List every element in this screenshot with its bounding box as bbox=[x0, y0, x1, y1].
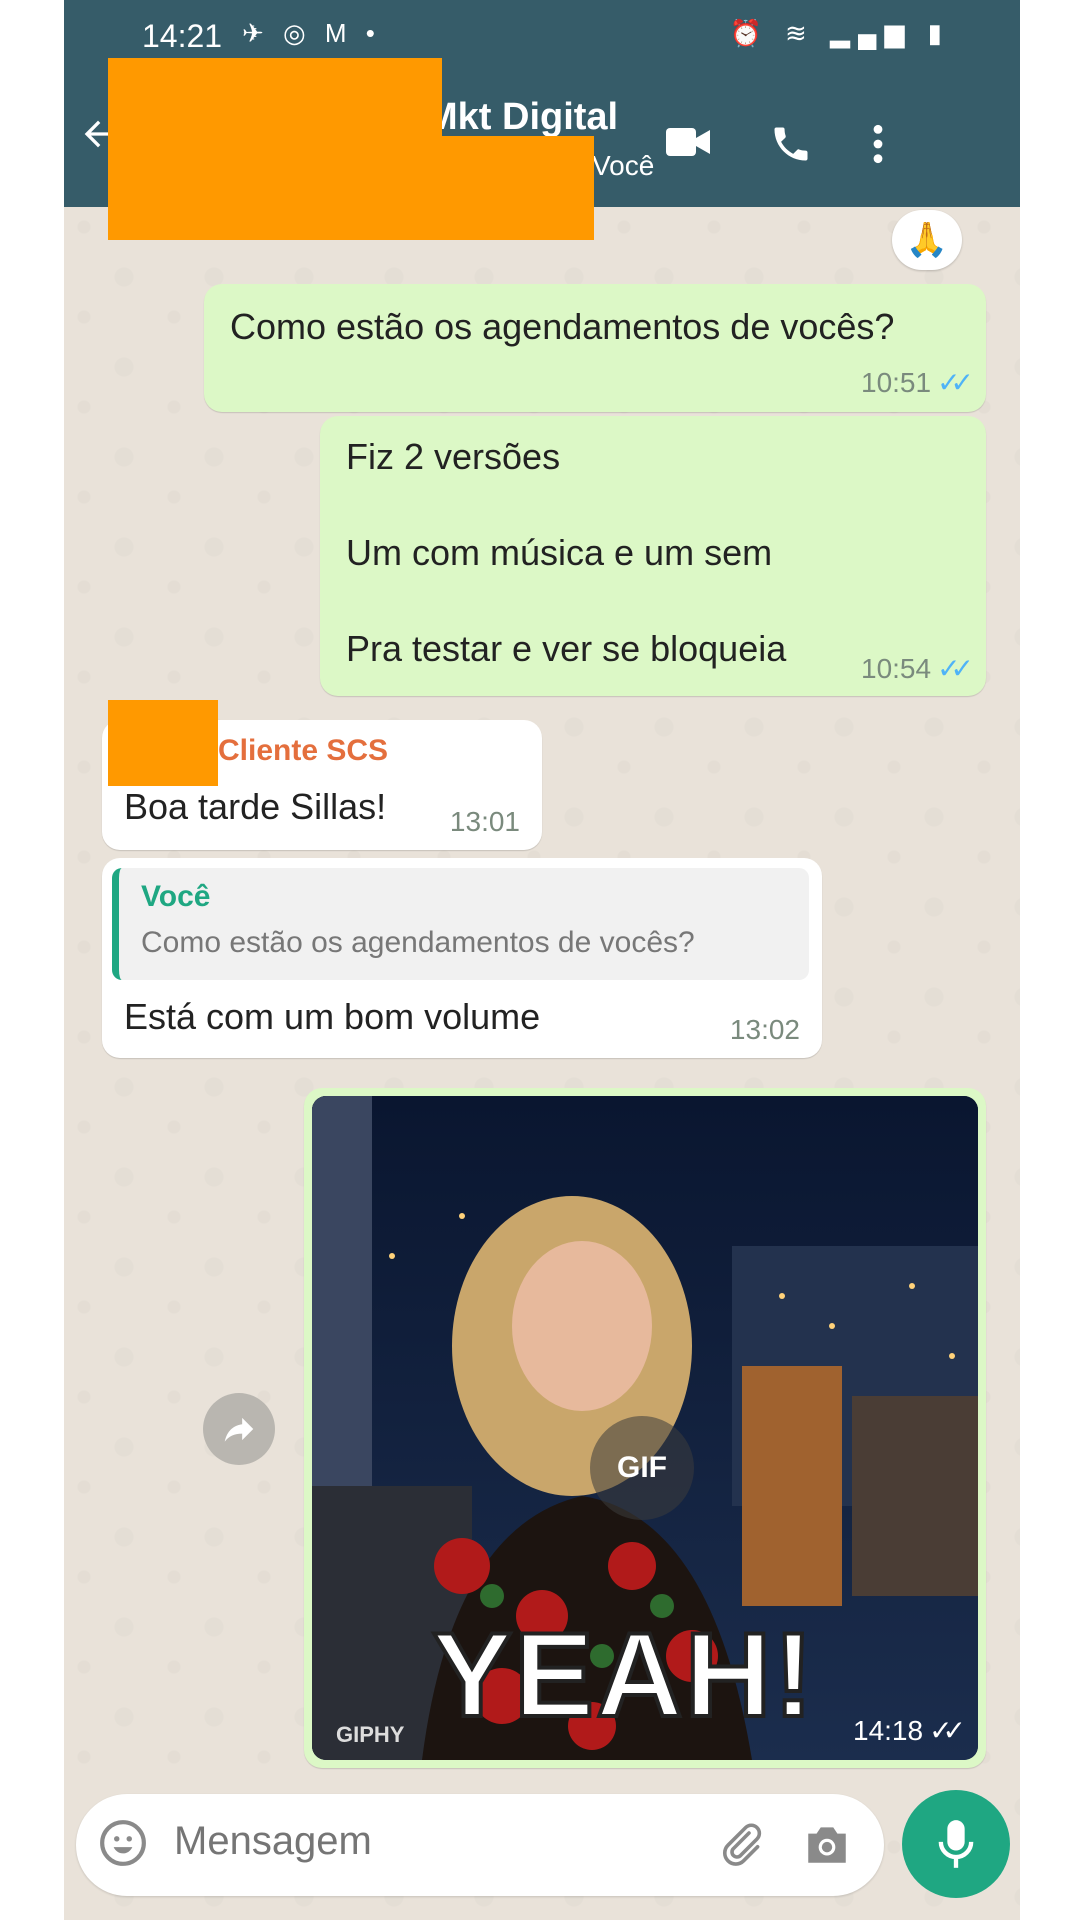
message-text: Como estão os agendamentos de vocês? bbox=[230, 306, 895, 347]
redaction-box bbox=[108, 700, 218, 786]
sender-name: Cliente SCS bbox=[218, 734, 389, 767]
message-time: 13:01 bbox=[449, 806, 520, 837]
message-line: Fiz 2 versões bbox=[346, 436, 561, 477]
microphone-button[interactable] bbox=[902, 1790, 1010, 1898]
reaction-badge[interactable]: 🙏 bbox=[892, 210, 962, 270]
incoming-message[interactable]: Você Como estão os agendamentos de vocês… bbox=[102, 858, 822, 1058]
read-ticks-icon: ✓✓ bbox=[929, 1715, 966, 1746]
outgoing-message[interactable]: Fiz 2 versões Um com música e um sem Pra… bbox=[320, 416, 986, 696]
message-text: Está com um bom volume bbox=[124, 996, 541, 1037]
message-line: Um com música e um sem bbox=[346, 532, 773, 573]
message-text: Boa tarde Sillas! bbox=[124, 786, 387, 827]
quote-text: Como estão os agendamentos de vocês? bbox=[141, 926, 695, 959]
gif-message[interactable]: GIF YEAH! GIPHY 14:18 ✓✓ bbox=[304, 1088, 986, 1768]
notification-icons: ✈ ◎ M • bbox=[242, 18, 381, 48]
paperclip-icon[interactable] bbox=[716, 1820, 764, 1873]
quoted-message[interactable]: Você Como estão os agendamentos de vocês… bbox=[112, 868, 809, 980]
gif-image[interactable]: GIF YEAH! GIPHY 14:18 ✓✓ bbox=[312, 1096, 978, 1760]
chat-subtitle: Você bbox=[592, 150, 655, 181]
phone-screen: 14:21 ✈ ◎ M • ⏰ ≋ ▂▄▆ ▮ Mkt Digital Você… bbox=[64, 0, 1020, 1920]
read-ticks-icon: ✓✓ bbox=[937, 653, 974, 684]
outgoing-message[interactable]: Como estão os agendamentos de vocês? 10:… bbox=[204, 284, 986, 412]
message-input-bar bbox=[76, 1794, 884, 1896]
giphy-logo: GIPHY bbox=[336, 1722, 405, 1747]
phone-icon[interactable] bbox=[769, 122, 813, 171]
message-time: 14:18 ✓✓ bbox=[853, 1715, 966, 1746]
redaction-box bbox=[108, 58, 442, 140]
message-input[interactable] bbox=[172, 1818, 676, 1865]
microphone-icon bbox=[934, 1818, 978, 1875]
video-camera-icon[interactable] bbox=[664, 122, 712, 167]
read-ticks-icon: ✓✓ bbox=[937, 367, 974, 398]
camera-icon[interactable] bbox=[802, 1820, 852, 1873]
redaction-box bbox=[108, 136, 594, 240]
chat-title[interactable]: Mkt Digital bbox=[426, 96, 618, 139]
status-time: 14:21 bbox=[142, 18, 223, 54]
emoji-icon[interactable] bbox=[98, 1818, 148, 1868]
system-status-icons: ⏰ ≋ ▂▄▆ ▮ bbox=[729, 18, 950, 48]
message-time: 10:54 ✓✓ bbox=[861, 653, 974, 684]
gif-caption: YEAH! bbox=[430, 1606, 816, 1744]
message-line: Pra testar e ver se bloqueia bbox=[346, 628, 787, 669]
quote-author: Você bbox=[141, 880, 211, 913]
forward-arrow-icon[interactable] bbox=[203, 1393, 275, 1465]
gif-badge[interactable]: GIF bbox=[590, 1416, 694, 1520]
more-vertical-icon[interactable] bbox=[870, 122, 886, 171]
message-time: 13:02 bbox=[729, 1014, 800, 1045]
message-time: 10:51 ✓✓ bbox=[861, 367, 974, 398]
